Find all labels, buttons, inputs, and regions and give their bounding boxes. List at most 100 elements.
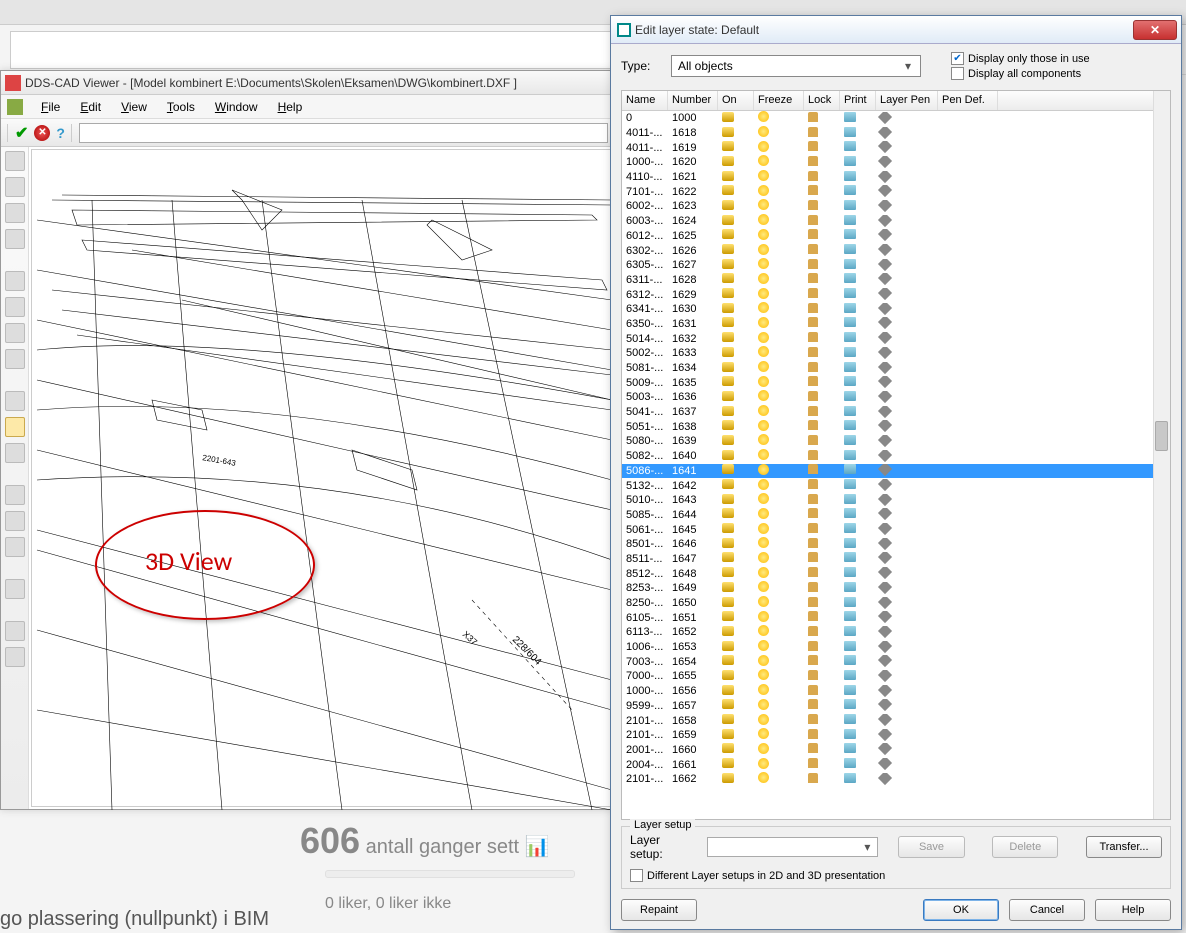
tool-13[interactable] <box>5 647 25 667</box>
layer-row[interactable]: 5003-...1636 <box>622 390 1170 405</box>
type-combo[interactable]: All objects ▾ <box>671 55 921 77</box>
layer-row[interactable]: 4011-...1618 <box>622 126 1170 141</box>
layer-row[interactable]: 8501-...1646 <box>622 537 1170 552</box>
layer-row[interactable]: 2101-...1658 <box>622 713 1170 728</box>
delete-button[interactable]: Delete <box>992 836 1058 858</box>
layer-row[interactable]: 2101-...1662 <box>622 772 1170 787</box>
ok-button[interactable]: OK <box>923 899 999 921</box>
layer-row[interactable]: 7003-...1654 <box>622 654 1170 669</box>
layer-row[interactable]: 5086-...1641 <box>622 464 1170 479</box>
tool-pan[interactable] <box>5 297 25 317</box>
layer-row[interactable]: 4011-...1619 <box>622 140 1170 155</box>
viewer-titlebar[interactable]: DDS-CAD Viewer - [Model kombinert E:\Doc… <box>1 71 614 95</box>
layer-row[interactable]: 5080-...1639 <box>622 434 1170 449</box>
tool-3[interactable] <box>5 203 25 223</box>
layer-row[interactable]: 8250-...1650 <box>622 596 1170 611</box>
layer-row[interactable]: 6305-...1627 <box>622 258 1170 273</box>
display-all-checkbox[interactable]: Display all components <box>951 67 1090 80</box>
menu-tools[interactable]: Tools <box>159 98 203 116</box>
layer-row[interactable]: 5081-...1634 <box>622 361 1170 376</box>
menu-window[interactable]: Window <box>207 98 266 116</box>
cancel-button[interactable]: Cancel <box>1009 899 1085 921</box>
grid-body[interactable]: 010004011-...16184011-...16191000-...162… <box>622 111 1170 819</box>
layer-row[interactable]: 1006-...1653 <box>622 640 1170 655</box>
display-in-use-checkbox[interactable]: ✔Display only those in use <box>951 52 1090 65</box>
layer-row[interactable]: 5051-...1638 <box>622 419 1170 434</box>
layer-row[interactable]: 1000-...1620 <box>622 155 1170 170</box>
tool-4[interactable] <box>5 229 25 249</box>
layer-row[interactable]: 8253-...1649 <box>622 581 1170 596</box>
different-layers-checkbox[interactable]: Different Layer setups in 2D and 3D pres… <box>630 869 885 882</box>
tool-1[interactable] <box>5 151 25 171</box>
col-pendef[interactable]: Pen Def. <box>938 91 998 110</box>
tool-2[interactable] <box>5 177 25 197</box>
tool-3d-view[interactable] <box>5 417 25 437</box>
close-button[interactable]: ✕ <box>1133 20 1177 40</box>
layer-row[interactable]: 8512-...1648 <box>622 566 1170 581</box>
menu-file[interactable]: File <box>33 98 68 116</box>
layer-row[interactable]: 5002-...1633 <box>622 346 1170 361</box>
save-button[interactable]: Save <box>898 836 964 858</box>
layer-row[interactable]: 6012-...1625 <box>622 229 1170 244</box>
help-button[interactable]: Help <box>1095 899 1171 921</box>
layer-row[interactable]: 9599-...1657 <box>622 699 1170 714</box>
tool-11[interactable] <box>5 579 25 599</box>
col-layerpen[interactable]: Layer Pen <box>876 91 938 110</box>
repaint-button[interactable]: Repaint <box>621 899 697 921</box>
layer-row[interactable]: 5061-...1645 <box>622 522 1170 537</box>
help-icon[interactable]: ? <box>56 125 65 141</box>
layer-row[interactable]: 5009-...1635 <box>622 375 1170 390</box>
layer-row[interactable]: 6002-...1623 <box>622 199 1170 214</box>
drawing-canvas[interactable]: 228/604 X37 2201-643 <box>31 149 612 807</box>
tool-7[interactable] <box>5 443 25 463</box>
grid-scrollbar[interactable] <box>1153 91 1170 819</box>
layer-row[interactable]: 6341-...1630 <box>622 302 1170 317</box>
layer-row[interactable]: 6113-...1652 <box>622 625 1170 640</box>
transfer-button[interactable]: Transfer... <box>1086 836 1162 858</box>
layer-row[interactable]: 6350-...1631 <box>622 317 1170 332</box>
layer-row[interactable]: 1000-...1656 <box>622 684 1170 699</box>
tool-layers[interactable] <box>5 323 25 343</box>
layer-row[interactable]: 2004-...1661 <box>622 757 1170 772</box>
tool-zoom[interactable] <box>5 271 25 291</box>
col-print[interactable]: Print <box>840 91 876 110</box>
tool-10[interactable] <box>5 537 25 557</box>
scroll-thumb[interactable] <box>1155 421 1168 451</box>
dialog-titlebar[interactable]: Edit layer state: Default ✕ <box>611 16 1181 44</box>
layer-row[interactable]: 4110-...1621 <box>622 170 1170 185</box>
command-input[interactable] <box>79 123 608 143</box>
tool-9[interactable] <box>5 511 25 531</box>
layer-row[interactable]: 01000 <box>622 111 1170 126</box>
layer-row[interactable]: 7000-...1655 <box>622 669 1170 684</box>
tool-6[interactable] <box>5 391 25 411</box>
layer-row[interactable]: 5014-...1632 <box>622 331 1170 346</box>
layer-row[interactable]: 6312-...1629 <box>622 287 1170 302</box>
tool-8[interactable] <box>5 485 25 505</box>
tool-12[interactable] <box>5 621 25 641</box>
col-on[interactable]: On <box>718 91 754 110</box>
layer-row[interactable]: 5010-...1643 <box>622 493 1170 508</box>
cancel-icon[interactable]: ✕ <box>34 125 50 141</box>
menu-view[interactable]: View <box>113 98 155 116</box>
col-freeze[interactable]: Freeze <box>754 91 804 110</box>
layer-row[interactable]: 6105-...1651 <box>622 610 1170 625</box>
layer-row[interactable]: 2101-...1659 <box>622 728 1170 743</box>
layer-row[interactable]: 5041-...1637 <box>622 405 1170 420</box>
col-name[interactable]: Name <box>622 91 668 110</box>
col-lock[interactable]: Lock <box>804 91 840 110</box>
layer-row[interactable]: 8511-...1647 <box>622 552 1170 567</box>
layer-row[interactable]: 5085-...1644 <box>622 508 1170 523</box>
layer-row[interactable]: 6302-...1626 <box>622 243 1170 258</box>
menu-help[interactable]: Help <box>270 98 311 116</box>
layer-row[interactable]: 7101-...1622 <box>622 184 1170 199</box>
tool-5[interactable] <box>5 349 25 369</box>
layer-row[interactable]: 5132-...1642 <box>622 478 1170 493</box>
layer-row[interactable]: 6003-...1624 <box>622 214 1170 229</box>
layer-setup-combo[interactable]: ▾ <box>707 837 879 857</box>
layer-row[interactable]: 5082-...1640 <box>622 449 1170 464</box>
layer-row[interactable]: 6311-...1628 <box>622 273 1170 288</box>
col-number[interactable]: Number <box>668 91 718 110</box>
layer-row[interactable]: 2001-...1660 <box>622 743 1170 758</box>
confirm-icon[interactable]: ✔ <box>15 123 28 143</box>
menu-edit[interactable]: Edit <box>72 98 109 116</box>
